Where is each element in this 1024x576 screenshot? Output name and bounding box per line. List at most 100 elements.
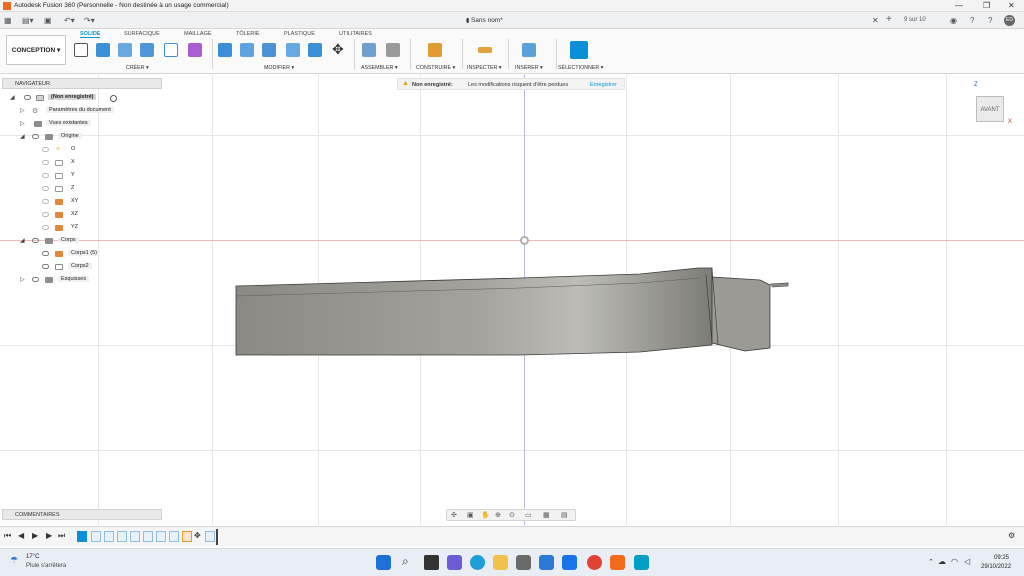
pattern-icon[interactable] — [164, 43, 178, 57]
split-body-icon[interactable] — [308, 43, 322, 57]
tab-surface[interactable]: SURFACIQUE — [124, 31, 160, 37]
select-menu[interactable]: SÉLECTIONNER ▾ — [558, 65, 603, 71]
expand-icon[interactable]: ▷ — [20, 120, 25, 127]
tab-mesh[interactable]: MAILLAGE — [184, 31, 212, 37]
grid-icon[interactable]: ▦ — [543, 511, 550, 519]
measure-icon[interactable] — [478, 47, 492, 53]
zoom-icon[interactable]: ⊕ — [495, 511, 501, 519]
workspace-switcher[interactable]: CONCEPTION ▾ — [6, 35, 66, 65]
minimize-button[interactable]: — — [955, 1, 963, 10]
step-back-icon[interactable]: ◀ — [18, 531, 24, 540]
orbit-icon[interactable]: ✣ — [451, 511, 457, 519]
insert-image-icon[interactable] — [522, 43, 536, 57]
timeline-feature[interactable] — [205, 531, 215, 542]
mail-icon[interactable] — [539, 555, 554, 570]
shell-icon[interactable] — [262, 43, 276, 57]
maximize-button[interactable]: ❐ — [983, 1, 990, 10]
timeline-feature[interactable] — [117, 531, 127, 542]
viewports-icon[interactable]: ▤ — [561, 511, 568, 519]
insert-menu[interactable]: INSÉRER ▾ — [515, 65, 543, 71]
weather-text[interactable]: Pluie s'arrêtera — [26, 563, 66, 569]
display-settings-icon[interactable]: ▭ — [525, 511, 532, 519]
go-to-start-icon[interactable]: ⏮ — [4, 531, 11, 541]
timeline-feature[interactable] — [156, 531, 166, 542]
expand-icon[interactable]: ◢ — [10, 94, 15, 101]
clock-time[interactable]: 09:25 — [994, 555, 1009, 561]
tab-utilities[interactable]: UTILITAIRES — [339, 31, 372, 37]
timeline-feature[interactable] — [130, 531, 140, 542]
step-forward-icon[interactable]: ▶ — [46, 531, 52, 540]
windows-start-icon[interactable] — [376, 555, 391, 570]
eye-icon[interactable] — [42, 264, 49, 269]
wifi-icon[interactable]: ◠ — [951, 557, 958, 566]
press-pull-icon[interactable] — [218, 43, 232, 57]
timeline-feature[interactable] — [143, 531, 153, 542]
chevron-up-icon[interactable]: ⌃ — [928, 558, 934, 566]
select-icon[interactable] — [570, 41, 588, 59]
eye-icon[interactable] — [32, 238, 39, 243]
document-tab[interactable]: ▮ Sans nom* — [466, 17, 503, 24]
avatar[interactable]: ED — [1004, 15, 1015, 26]
timeline-feature[interactable] — [182, 531, 192, 542]
eye-icon[interactable] — [42, 173, 49, 178]
timeline-feature[interactable] — [104, 531, 114, 542]
tab-solid[interactable]: SOLIDE — [80, 31, 101, 38]
timeline-feature[interactable] — [91, 531, 101, 542]
chat-icon[interactable] — [447, 555, 462, 570]
notifications-icon[interactable]: ◉ — [950, 16, 957, 25]
eye-icon[interactable] — [42, 199, 49, 204]
go-to-end-icon[interactable]: ⏭ — [58, 531, 65, 541]
inspect-menu[interactable]: INSPECTER ▾ — [467, 65, 501, 71]
timeline-feature[interactable] — [77, 531, 87, 542]
help-icon[interactable]: ? — [988, 16, 992, 25]
look-at-icon[interactable]: ▣ — [467, 511, 474, 519]
hole-icon[interactable] — [140, 43, 154, 57]
volume-icon[interactable]: ◁ — [964, 557, 970, 566]
save-link[interactable]: Enregistrer — [590, 82, 617, 88]
clock-date[interactable]: 29/10/2022 — [981, 564, 1011, 570]
new-component-icon[interactable] — [362, 43, 376, 57]
search-icon[interactable]: ⌕ — [402, 554, 409, 569]
tab-plastic[interactable]: PLASTIQUE — [284, 31, 315, 37]
eye-icon[interactable] — [42, 212, 49, 217]
eye-icon[interactable] — [24, 95, 31, 100]
construct-menu[interactable]: CONSTRUIRE ▾ — [416, 65, 455, 71]
form-icon[interactable] — [188, 43, 202, 57]
task-view-icon[interactable] — [424, 555, 439, 570]
redo-icon[interactable]: ↷▾ — [84, 16, 95, 25]
cloud-icon[interactable]: ☁ — [938, 557, 946, 566]
eye-icon[interactable] — [42, 160, 49, 165]
eye-icon[interactable] — [42, 186, 49, 191]
app-grid-icon[interactable]: ▦ — [4, 16, 12, 25]
file-explorer-icon[interactable] — [493, 555, 508, 570]
comments-panel[interactable]: COMMENTAIRES — [2, 509, 162, 520]
corps2-body[interactable] — [711, 276, 771, 352]
job-status[interactable]: 9 sur 10 — [904, 17, 926, 23]
create-menu[interactable]: CRÉER ▾ — [126, 65, 149, 71]
expand-icon[interactable]: ◢ — [20, 237, 25, 244]
expand-icon[interactable]: ◢ — [20, 133, 25, 140]
chrome-icon[interactable] — [587, 555, 602, 570]
eye-icon[interactable] — [32, 134, 39, 139]
app-icon[interactable] — [634, 555, 649, 570]
modify-menu[interactable]: MODIFIER ▾ — [264, 65, 294, 71]
eye-icon[interactable] — [42, 251, 49, 256]
help-icon[interactable]: ? — [970, 16, 974, 25]
play-icon[interactable]: ▶ — [32, 531, 38, 540]
timeline-settings-icon[interactable]: ⚙ — [1008, 531, 1015, 540]
close-tab-icon[interactable]: ✕ — [872, 16, 879, 25]
activate-radio-icon[interactable] — [110, 95, 117, 102]
save-icon[interactable]: ▣ — [44, 16, 52, 25]
expand-icon[interactable]: ▷ — [20, 107, 25, 114]
undo-icon[interactable]: ↶▾ — [64, 16, 75, 25]
timeline-marker[interactable] — [216, 529, 218, 545]
combine-icon[interactable] — [286, 43, 300, 57]
fusion-360-icon[interactable] — [610, 555, 625, 570]
extrude-icon[interactable] — [96, 43, 110, 57]
eye-icon[interactable] — [32, 277, 39, 282]
file-menu-icon[interactable]: ▤▾ — [22, 16, 34, 25]
fillet-icon[interactable] — [240, 43, 254, 57]
store-icon[interactable] — [516, 555, 531, 570]
edge-icon[interactable] — [470, 555, 485, 570]
corps1-body[interactable] — [235, 267, 713, 356]
